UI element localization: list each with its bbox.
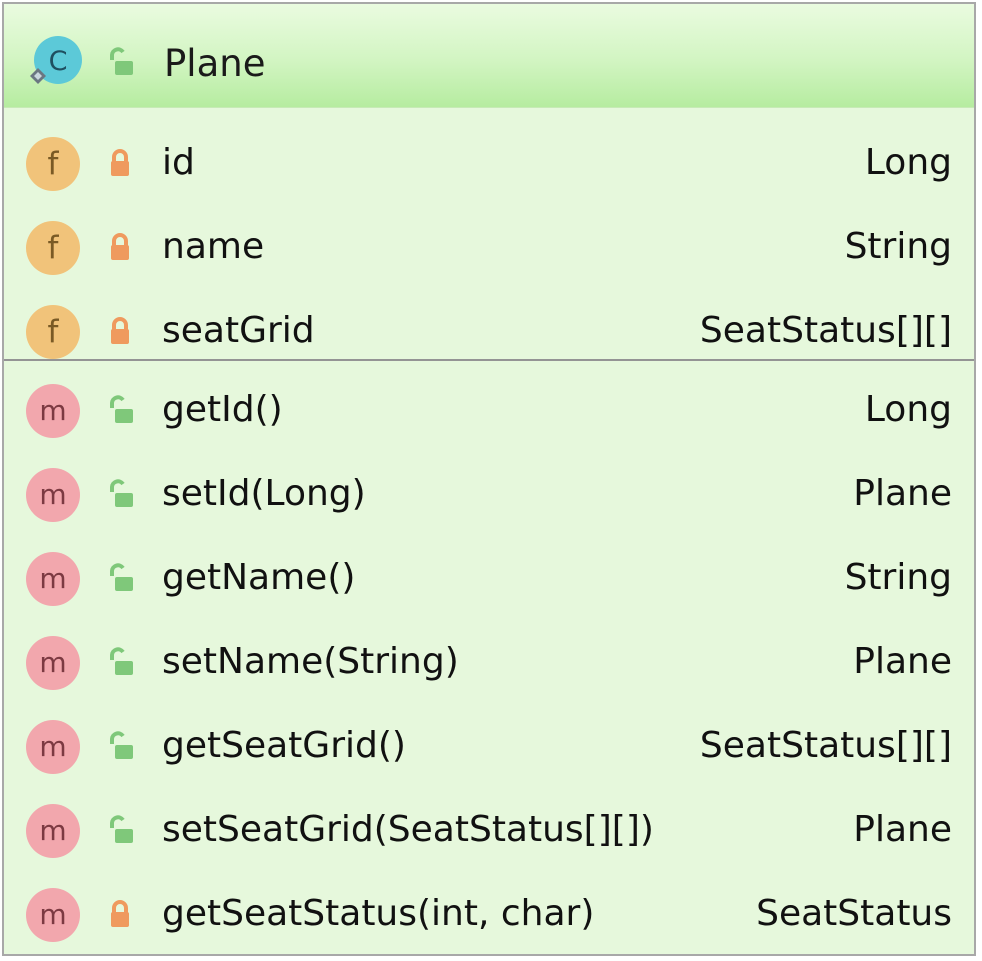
field-type: String: [844, 226, 952, 267]
class-kind-letter: C: [49, 46, 68, 77]
return-type: Plane: [853, 641, 952, 682]
private-lock-icon: [111, 149, 129, 176]
method-signature: setId(Long): [162, 473, 366, 514]
method-signature: getId(): [162, 389, 283, 430]
field-icon: f: [26, 305, 80, 359]
method-row[interactable]: m setId(Long) Plane: [4, 452, 974, 536]
return-type: Long: [864, 389, 952, 430]
public-lock-icon: [110, 395, 133, 423]
method-icon: m: [26, 468, 80, 522]
private-lock-icon: [111, 233, 129, 260]
field-name: id: [162, 142, 195, 183]
method-icon: m: [26, 888, 80, 942]
field-name: seatGrid: [162, 310, 315, 351]
field-icon: f: [26, 221, 80, 275]
method-signature: getSeatGrid(): [162, 725, 406, 766]
return-type: String: [844, 557, 952, 598]
field-name: name: [162, 226, 265, 267]
method-icon: m: [26, 720, 80, 774]
method-icon: m: [26, 804, 80, 858]
method-icon: m: [26, 384, 80, 438]
uml-class-box: C Plane f id Long f name String f seatGrid SeatS…: [2, 2, 976, 956]
field-type: Long: [864, 142, 952, 183]
method-signature: setSeatGrid(SeatStatus[][]): [162, 809, 654, 850]
method-row[interactable]: m getId() Long: [4, 368, 974, 452]
public-lock-icon: [110, 479, 133, 507]
method-icon: m: [26, 552, 80, 606]
method-row[interactable]: m getName() String: [4, 536, 974, 620]
class-name: Plane: [164, 42, 266, 85]
field-type: SeatStatus[][]: [699, 310, 952, 351]
public-lock-icon: [110, 731, 133, 759]
method-row[interactable]: m setSeatGrid(SeatStatus[][]) Plane: [4, 788, 974, 872]
private-lock-icon: [111, 900, 129, 927]
class-icon: C: [30, 36, 82, 84]
method-signature: setName(String): [162, 641, 459, 682]
return-type: SeatStatus[][]: [699, 725, 952, 766]
method-signature: getSeatStatus(int, char): [162, 893, 595, 934]
field-row[interactable]: f id Long: [4, 121, 974, 205]
field-row[interactable]: f seatGrid SeatStatus[][]: [4, 289, 974, 373]
public-lock-icon: [110, 563, 133, 591]
method-signature: getName(): [162, 557, 356, 598]
public-lock-icon: [110, 647, 133, 675]
public-lock-icon: [110, 815, 133, 843]
method-row[interactable]: m getSeatStatus(int, char) SeatStatus: [4, 872, 974, 956]
return-type: Plane: [853, 473, 952, 514]
private-lock-icon: [111, 317, 129, 344]
class-header[interactable]: C Plane: [4, 4, 974, 108]
field-icon: f: [26, 137, 80, 191]
fields-section: f id Long f name String f seatGrid SeatStatus[][…: [4, 108, 974, 361]
method-row[interactable]: m getSeatGrid() SeatStatus[][]: [4, 704, 974, 788]
methods-section: m getId() Long m setId(Long) Plane m getName() S…: [4, 361, 974, 956]
method-icon: m: [26, 636, 80, 690]
method-row[interactable]: m setName(String) Plane: [4, 620, 974, 704]
field-row[interactable]: f name String: [4, 205, 974, 289]
return-type: Plane: [853, 809, 952, 850]
public-lock-icon: [110, 47, 133, 75]
return-type: SeatStatus: [756, 893, 952, 934]
